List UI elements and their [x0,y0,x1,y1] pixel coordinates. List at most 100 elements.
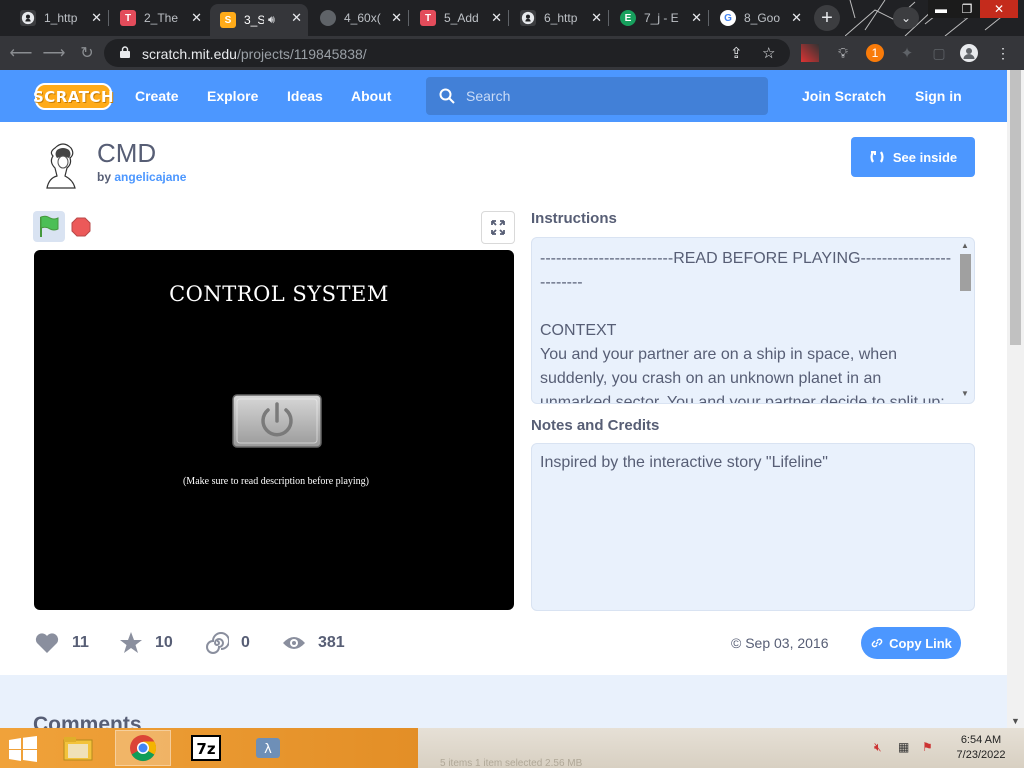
green-flag-button[interactable] [33,211,65,242]
notes-textarea[interactable]: Inspired by the interactive story "Lifel… [531,443,975,611]
tab-search-dropdown-button[interactable]: ⌄ [893,7,919,29]
project-stage[interactable]: CONTROL SYSTEM (Make sure to read descri… [34,250,514,610]
browser-tab-bar: 1_http ✕ T 2_The ✕ S 3_S 🔊︎ ✕ 4_60x( ✕ T… [0,0,1024,36]
close-tab-icon[interactable]: ✕ [791,10,802,26]
windows-start-icon[interactable] [8,736,38,762]
browser-tab-7[interactable]: E 7_j - E ✕ [610,4,708,32]
project-date: © Sep 03, 2016 [731,635,829,651]
instructions-scrollbar-thumb[interactable] [960,254,971,291]
instructions-line: -------------------------READ BEFORE PLA… [540,250,952,291]
clock-time: 6:54 AM [960,734,1002,746]
green-flag-icon [40,215,59,237]
notes-text: Inspired by the interactive story "Lifel… [540,454,828,471]
browser-tab-3-active[interactable]: S 3_S 🔊︎ ✕ [210,4,308,36]
project-title: CMD [97,138,157,168]
side-panel-icon[interactable]: ▢ [930,44,948,62]
page-scrollbar-thumb[interactable] [1010,70,1021,345]
extensions-puzzle-icon[interactable]: ✦ [898,44,916,62]
tab-title: 4_60x( [344,11,381,25]
url-text: scratch.mit.edu/projects/119845838/ [142,46,367,62]
scratch-logo[interactable]: SCRATCH [33,83,114,110]
network-icon[interactable]: ▦ [898,740,909,754]
lightbulb-extension-icon[interactable]: 💡︎ [834,44,852,62]
browser-menu-icon[interactable]: ⋮ [994,44,1012,62]
close-tab-icon[interactable]: ✕ [591,10,602,26]
forward-button[interactable]: ⟶ [43,42,66,64]
close-window-button[interactable]: ✕ [980,0,1018,18]
chrome-taskbar-button[interactable] [115,730,171,766]
scroll-up-arrow-icon[interactable]: ▲ [961,241,969,250]
nav-about[interactable]: About [351,88,391,104]
volume-muted-icon[interactable]: 🔇︎ [874,740,882,755]
close-tab-icon[interactable]: ✕ [291,10,302,26]
close-tab-icon[interactable]: ✕ [91,10,102,26]
search-placeholder: Search [466,88,511,104]
share-icon[interactable]: ⇪ [730,44,743,62]
stop-button[interactable] [71,217,91,237]
instructions-textarea[interactable]: -------------------------READ BEFORE PLA… [531,237,975,404]
github-icon [520,10,536,26]
scroll-down-arrow-icon[interactable]: ▼ [961,389,969,398]
loves-stat[interactable]: 11 [34,630,89,656]
power-button-sprite[interactable] [232,394,322,448]
join-scratch-link[interactable]: Join Scratch [802,88,886,104]
app-taskbar-button[interactable]: λ [240,730,296,766]
browser-tab-6[interactable]: 6_http ✕ [510,4,608,32]
google-icon: G [720,10,736,26]
heart-icon [35,633,59,653]
copy-link-button[interactable]: Copy Link [861,627,961,659]
stage-title-text: CONTROL SYSTEM [169,282,389,306]
file-explorer-taskbar-button[interactable] [50,730,106,766]
remix-arrows-icon [870,151,884,163]
fullscreen-button[interactable] [481,211,515,244]
folder-icon [63,737,93,761]
remixes-stat[interactable]: 0 [205,630,250,656]
author-avatar[interactable] [35,138,87,190]
7zip-taskbar-button[interactable]: 7z [178,730,234,766]
reload-button[interactable]: ↻ [76,42,98,64]
extension-badge-icon[interactable]: 1 [866,44,884,62]
favorites-count: 10 [155,634,173,651]
browser-toolbar: ⟵ ⟶ ↻ scratch.mit.edu/projects/119845838… [0,36,1024,70]
speaker-icon[interactable]: 🔊︎ [268,14,275,27]
tab-title: 5_Add [444,11,479,25]
browser-tab-2[interactable]: T 2_The ✕ [110,4,208,32]
address-bar[interactable]: scratch.mit.edu/projects/119845838/ ⇪ ☆ [104,39,790,67]
t-logo-icon: T [120,10,136,26]
close-tab-icon[interactable]: ✕ [191,10,202,26]
author-link[interactable]: angelicajane [114,170,186,184]
nav-ideas[interactable]: Ideas [287,88,323,104]
profile-avatar-icon[interactable] [960,44,978,62]
see-inside-button[interactable]: See inside [851,137,975,177]
lock-icon[interactable] [120,46,130,58]
nav-explore[interactable]: Explore [207,88,258,104]
tab-title: 8_Goo [744,11,781,25]
browser-tab-5[interactable]: T 5_Add ✕ [410,4,508,32]
close-tab-icon[interactable]: ✕ [391,10,402,26]
action-center-flag-icon[interactable]: ⚑ [922,740,933,754]
browser-tab-1[interactable]: 1_http ✕ [10,4,108,32]
new-tab-button[interactable]: + [814,5,840,31]
close-tab-icon[interactable]: ✕ [491,10,502,26]
nav-create[interactable]: Create [135,88,179,104]
minimize-window-button[interactable]: ▬ [928,0,954,18]
scroll-down-arrow-icon[interactable]: ▼ [1011,716,1020,726]
instructions-scrollbar[interactable]: ▲ ▼ [957,238,974,403]
favorites-stat[interactable]: 10 [119,630,173,656]
instructions-line: You and your partner are on a ship in sp… [540,346,945,404]
back-button[interactable]: ⟵ [10,42,33,64]
close-tab-icon[interactable]: ✕ [691,10,702,26]
browser-tab-8[interactable]: G 8_Goo ✕ [710,4,808,32]
page-scrollbar[interactable]: ▼ [1007,70,1024,728]
extension-1-icon[interactable] [801,44,819,62]
instructions-line: CONTEXT [540,322,617,339]
github-icon [20,10,36,26]
remixes-count: 0 [241,634,250,651]
browser-tab-4[interactable]: 4_60x( ✕ [310,4,408,32]
search-input[interactable]: Search [426,77,768,115]
bookmark-star-icon[interactable]: ☆ [762,44,775,62]
restore-window-button[interactable]: ❐ [954,0,980,18]
sign-in-link[interactable]: Sign in [915,88,962,104]
system-clock[interactable]: 6:54 AM 7/23/2022 [948,733,1014,763]
instructions-blank-line [540,295,956,319]
